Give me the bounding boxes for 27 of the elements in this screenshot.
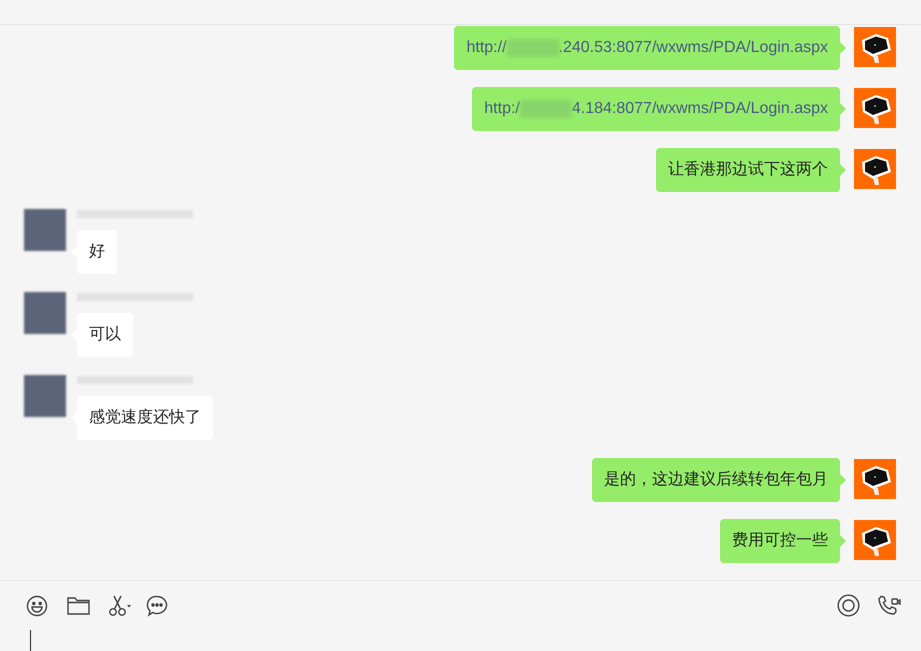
message-text: 好: [77, 230, 117, 274]
emoji-icon[interactable]: [26, 594, 48, 616]
bubble-tail: [840, 103, 846, 115]
avatar-placeholder: [24, 209, 66, 251]
avatar-placeholder: [24, 375, 66, 417]
link-message: http:// .240.53:8077/wxwms/PDA/Login.aspx: [454, 26, 840, 70]
text-cursor: [30, 630, 31, 651]
message-text: 让香港那边试下这两个: [656, 148, 840, 192]
message-text: 是的，这边建议后续转包年包月: [592, 458, 840, 502]
avatar-placeholder: [24, 292, 66, 334]
avatar-drawing: [854, 88, 896, 128]
bubble-tail: [840, 535, 846, 547]
avatar-drawing: [854, 27, 896, 67]
message-text: 费用可控一些: [720, 519, 840, 563]
chat-icon[interactable]: [146, 594, 168, 616]
message-text: 可以: [77, 313, 133, 357]
link-message: http:/ 4.184:8077/wxwms/PDA/Login.aspx: [472, 87, 840, 131]
avatar-drawing: [854, 520, 896, 560]
avatar-drawing: [854, 149, 896, 189]
bubble-tail: [840, 42, 846, 54]
folder-icon[interactable]: [67, 596, 90, 615]
bubble-tail: [840, 164, 846, 176]
avatar-drawing: [854, 459, 896, 499]
scissors-icon[interactable]: [108, 594, 132, 616]
bubble-tail: [840, 474, 846, 486]
phone-video-icon[interactable]: [878, 594, 901, 616]
message-text: 感觉速度还快了: [77, 396, 213, 440]
